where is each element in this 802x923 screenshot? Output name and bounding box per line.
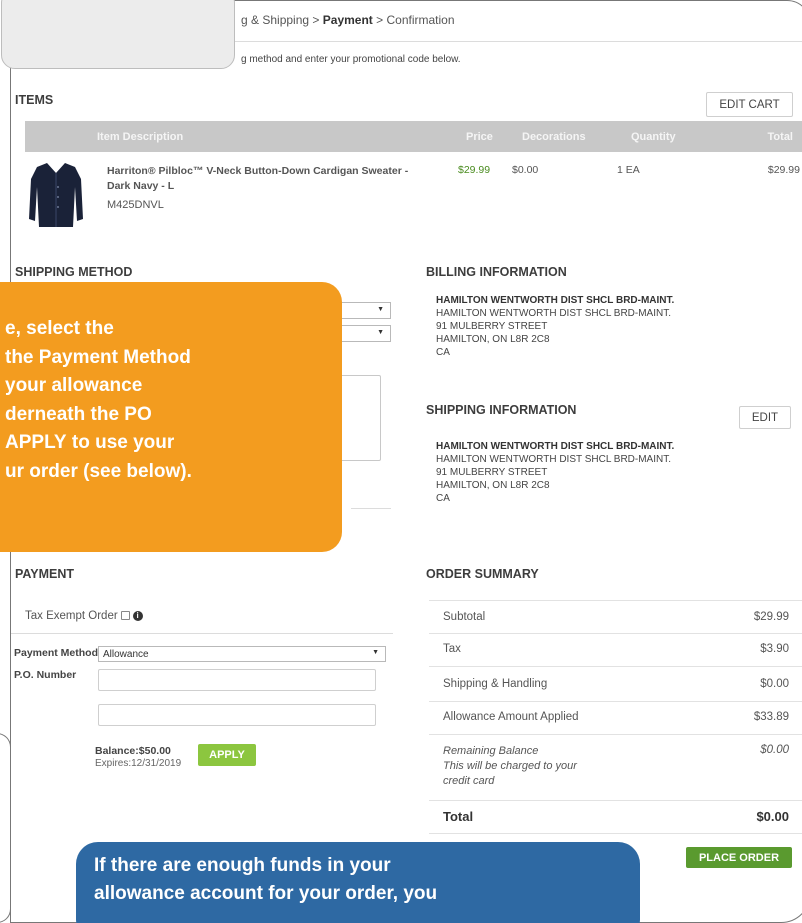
orange-callout-text: e, select the the Payment Method your al… <box>0 315 340 486</box>
remaining-balance-note: credit card <box>443 775 495 787</box>
subtotal-value: $29.99 <box>753 611 789 623</box>
item-quantity: 1 EA <box>617 164 640 176</box>
blue-callout-text: If there are enough funds in your allowa… <box>94 852 634 908</box>
payment-title: PAYMENT <box>15 567 75 581</box>
total-label: Total <box>443 809 474 824</box>
allowance-expires: Expires:12/31/2019 <box>95 758 182 769</box>
breadcrumb-separator: > <box>312 13 320 27</box>
payment-method-select[interactable]: Allowance ▼ <box>98 646 386 662</box>
place-order-button[interactable]: PLACE ORDER <box>686 847 792 868</box>
breadcrumb-separator: > <box>376 13 384 27</box>
item-decorations: $0.00 <box>512 164 539 176</box>
billing-country: CA <box>436 347 450 358</box>
summary-divider <box>429 800 802 801</box>
shipping-city: HAMILTON, ON L8R 2C8 <box>436 480 550 491</box>
col-decorations: Decorations <box>522 131 586 143</box>
payment-divider <box>11 633 393 634</box>
shipping-name: HAMILTON WENTWORTH DIST SHCL BRD-MAINT. <box>436 441 675 452</box>
allowance-applied-label: Allowance Amount Applied <box>443 711 579 723</box>
callout-line: e, select the <box>5 318 114 339</box>
po-number-label: P.O. Number <box>14 669 77 681</box>
callout-line: derneath the PO <box>5 403 152 425</box>
tax-exempt-checkbox[interactable] <box>120 611 130 621</box>
shipping-country: CA <box>436 493 450 504</box>
info-icon[interactable]: i <box>132 610 143 621</box>
col-item-description: Item Description <box>97 131 184 143</box>
billing-name: HAMILTON WENTWORTH DIST SHCL BRD-MAINT. <box>436 295 675 306</box>
billing-title: BILLING INFORMATION <box>426 265 567 279</box>
col-total: Total <box>767 131 793 143</box>
items-table-header: Item Description Price Decorations Quant… <box>25 121 802 152</box>
po-number-confirm-input[interactable] <box>98 704 376 726</box>
remaining-balance-block: Remaining Balance This will be charged t… <box>443 744 577 789</box>
payment-method-label: Payment Method <box>14 647 99 659</box>
remaining-balance-note: This will be charged to your <box>443 760 577 772</box>
po-number-input[interactable] <box>98 669 376 691</box>
callout-line: APPLY to use your <box>5 432 175 453</box>
dropdown-caret-icon: ▼ <box>377 306 384 313</box>
callout-emphasis: Payment Method <box>38 346 191 368</box>
breadcrumb-divider <box>226 41 802 42</box>
item-price: $29.99 <box>458 164 491 176</box>
callout-line: If there are enough funds in your <box>94 855 391 876</box>
shipping-handling-value: $0.00 <box>760 678 789 690</box>
summary-divider <box>429 600 802 601</box>
shipping-method-title: SHIPPING METHOD <box>15 265 133 279</box>
header-placeholder-box <box>1 0 235 69</box>
billing-street: 91 MULBERRY STREET <box>436 321 548 332</box>
summary-divider <box>429 666 802 667</box>
item-description[interactable]: Harriton® Pilbloc™ V-Neck Button-Down Ca… <box>107 164 425 194</box>
shipping-address: HAMILTON WENTWORTH DIST SHCL BRD-MAINT. … <box>436 440 674 505</box>
total-value: $0.00 <box>756 809 789 824</box>
callout-line: the Payment Method <box>5 346 191 368</box>
breadcrumb-confirmation: Confirmation <box>386 13 455 27</box>
breadcrumb: g & Shipping > Payment > Confirmation <box>241 13 455 27</box>
shipping-handling-label: Shipping & Handling <box>443 678 548 690</box>
tax-exempt-row: Tax Exempt Order i <box>25 610 143 622</box>
tax-label: Tax <box>443 643 461 655</box>
summary-divider <box>429 833 802 834</box>
order-summary-title: ORDER SUMMARY <box>426 567 539 581</box>
callout-emphasis: APPLY <box>5 432 67 453</box>
callout-line: your allowance <box>5 375 143 396</box>
shipping-divider <box>351 508 391 509</box>
shipping-info-title: SHIPPING INFORMATION <box>426 403 577 417</box>
summary-divider <box>429 701 802 702</box>
shipping-street: 91 MULBERRY STREET <box>436 467 548 478</box>
breadcrumb-shipping[interactable]: g & Shipping <box>241 13 309 27</box>
callout-line: ur order (see below). <box>5 460 192 482</box>
summary-divider <box>429 734 802 735</box>
summary-divider <box>429 633 802 634</box>
col-price: Price <box>466 131 493 143</box>
left-side-bracket <box>0 733 11 923</box>
billing-line2: HAMILTON WENTWORTH DIST SHCL BRD-MAINT. <box>436 308 672 319</box>
intro-text: g method and enter your promotional code… <box>241 54 461 65</box>
allowance-balance: Balance:$50.00 <box>95 745 171 757</box>
subtotal-label: Subtotal <box>443 611 486 623</box>
apply-button[interactable]: APPLY <box>198 744 256 766</box>
edit-shipping-button[interactable]: EDIT <box>739 406 791 429</box>
billing-city: HAMILTON, ON L8R 2C8 <box>436 334 550 345</box>
edit-cart-button[interactable]: EDIT CART <box>706 92 793 117</box>
dropdown-caret-icon: ▼ <box>377 329 384 336</box>
shipping-line2: HAMILTON WENTWORTH DIST SHCL BRD-MAINT. <box>436 454 672 465</box>
breadcrumb-payment: Payment <box>322 13 373 27</box>
tax-value: $3.90 <box>760 643 789 655</box>
remaining-balance-value: $0.00 <box>760 744 789 756</box>
callout-line: allowance account for your order, you <box>94 883 438 904</box>
item-sku: M425DNVL <box>107 199 164 211</box>
payment-method-value: Allowance <box>103 648 149 660</box>
items-title: ITEMS <box>15 93 54 107</box>
dropdown-caret-icon: ▼ <box>372 649 379 656</box>
allowance-applied-value: $33.89 <box>753 711 789 723</box>
billing-address: HAMILTON WENTWORTH DIST SHCL BRD-MAINT. … <box>436 294 674 359</box>
product-thumbnail[interactable] <box>29 159 83 229</box>
tax-exempt-label: Tax Exempt Order <box>25 610 118 622</box>
col-quantity: Quantity <box>631 131 676 143</box>
remaining-balance-label: Remaining Balance <box>443 745 539 757</box>
item-total: $29.99 <box>767 164 800 176</box>
